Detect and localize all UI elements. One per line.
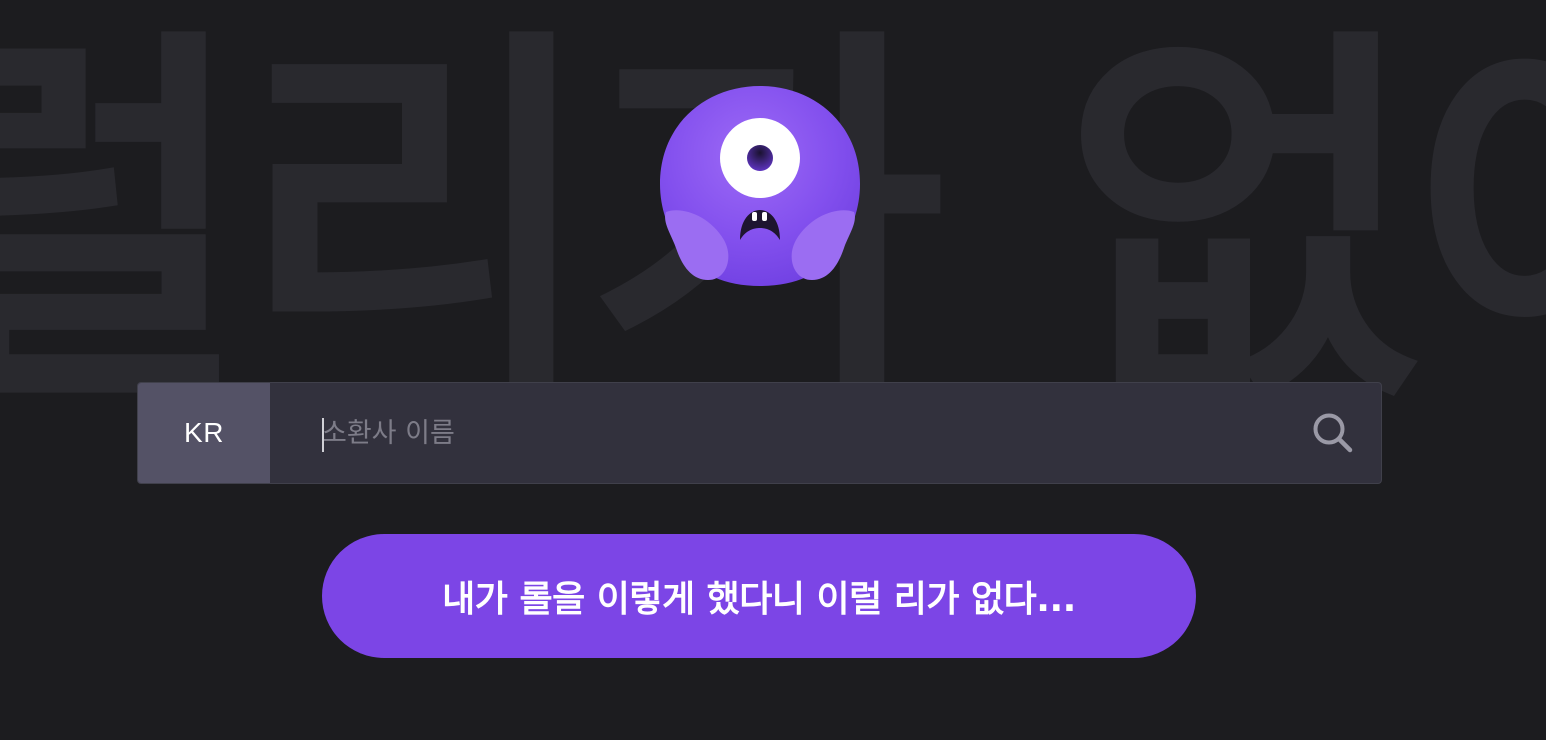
mascot-icon xyxy=(660,86,860,286)
search-input-wrapper xyxy=(270,383,1285,483)
summoner-name-input[interactable] xyxy=(270,383,1285,483)
landing-page: 럴리가 없어 KR xyxy=(0,0,1546,740)
cta-button[interactable]: 내가 롤을 이렇게 했다니 이럴 리가 없다... xyxy=(322,534,1196,658)
region-select-button[interactable]: KR xyxy=(138,383,270,483)
summoner-search-bar: KR xyxy=(137,382,1382,484)
text-caret xyxy=(322,418,324,452)
search-icon[interactable] xyxy=(1285,383,1381,483)
